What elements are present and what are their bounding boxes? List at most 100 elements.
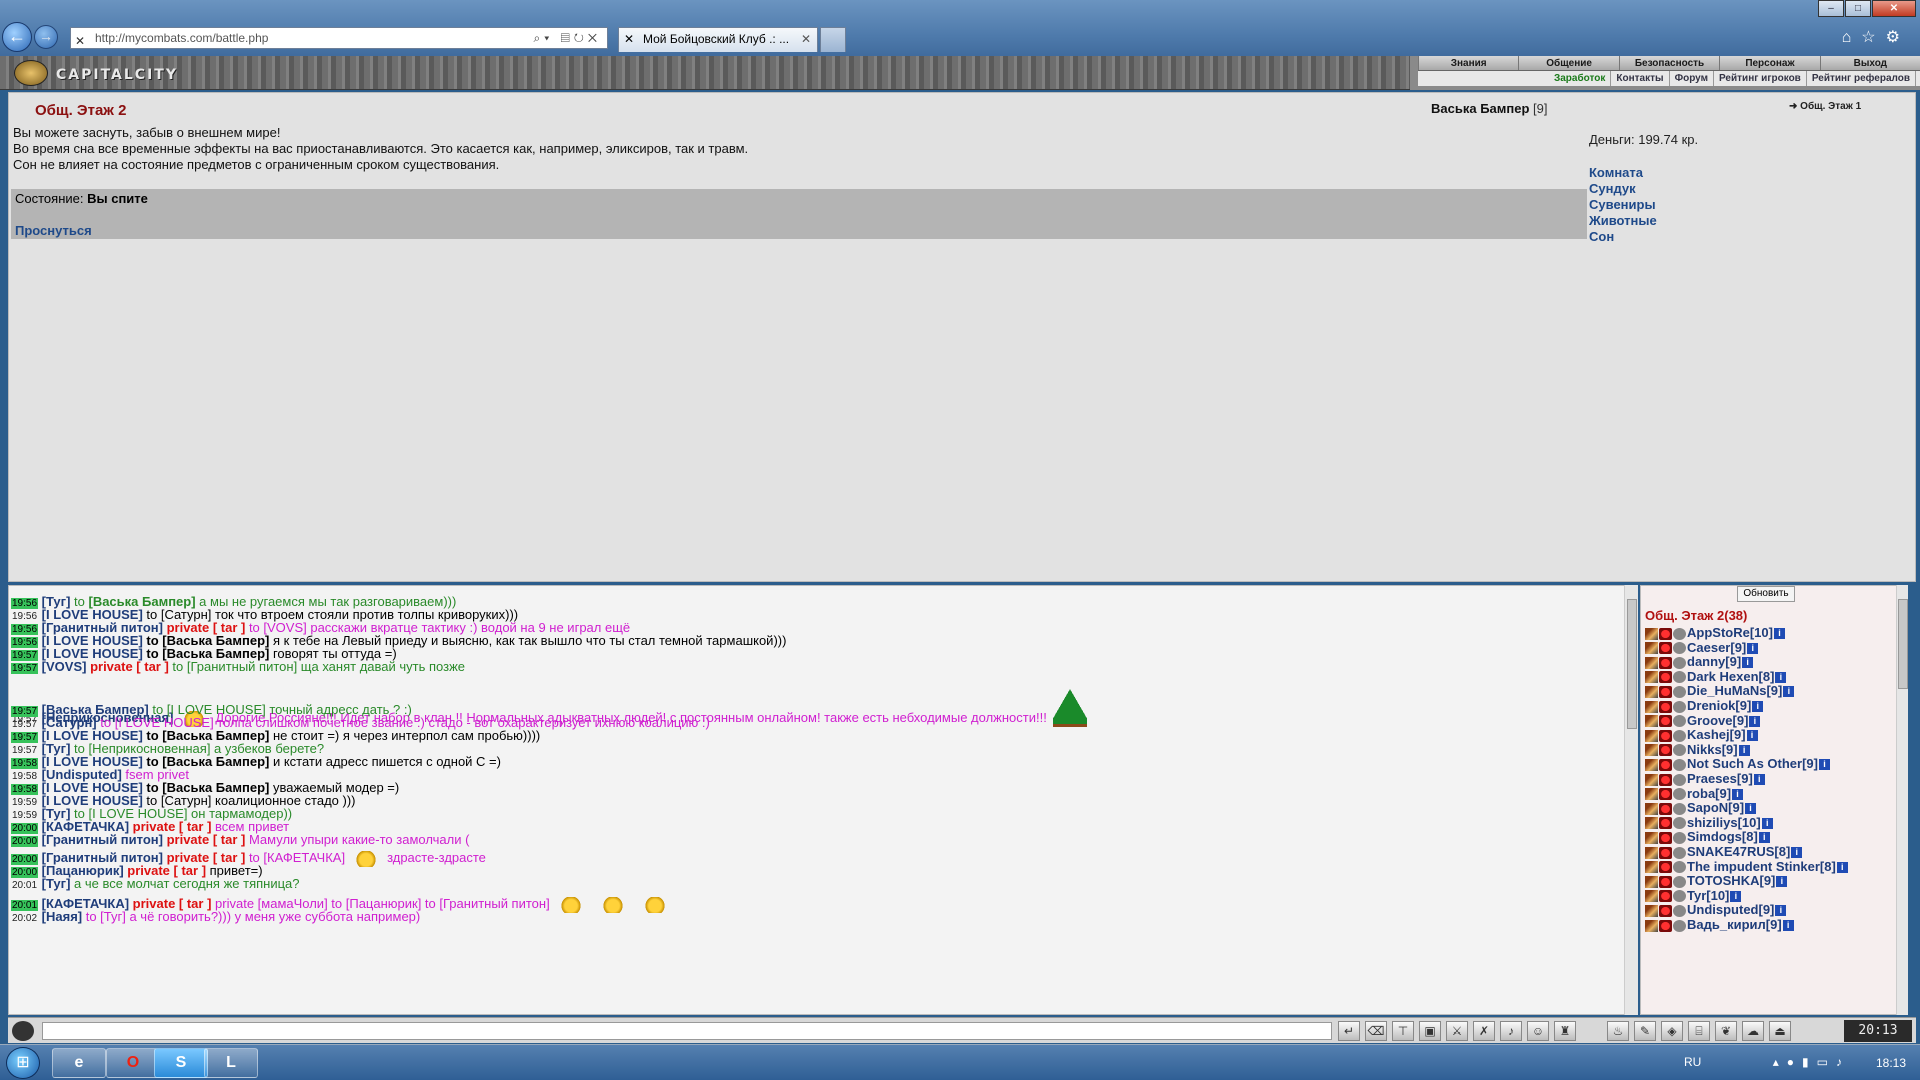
message-time[interactable]: 19:57 [11,663,39,674]
info-icon[interactable]: i [1791,847,1803,859]
minimize-button[interactable]: – [1818,0,1844,17]
new-tab-button[interactable] [820,27,846,52]
info-icon[interactable]: i [1738,744,1750,756]
chat-scroll-thumb[interactable] [1627,599,1637,729]
info-icon[interactable]: i [1761,817,1773,829]
close-window-button[interactable]: ✕ [1872,0,1916,17]
menu-item[interactable]: Общение [1518,56,1618,70]
info-icon[interactable]: i [1775,905,1787,917]
smiley-icon[interactable]: ☺ [1527,1021,1549,1041]
exit-floor-link[interactable]: ➜ Общ. Этаж 1 [1789,101,1861,112]
address-tools-icon[interactable]: ⌕▾ ▤↻✕ [534,28,602,48]
submenu-item[interactable]: Форум [1670,71,1715,86]
submenu-item[interactable]: Контакты [1611,71,1670,86]
refresh-button[interactable]: Обновить [1737,586,1795,602]
bag-icon[interactable]: ⌸ [1688,1021,1710,1041]
ie-taskbar-icon[interactable]: e [52,1048,106,1078]
info-icon[interactable]: i [1752,701,1764,713]
wings-icon[interactable]: ❦ [1715,1021,1737,1041]
info-icon[interactable]: i [1732,788,1744,800]
opera-taskbar-icon[interactable]: O [106,1048,160,1078]
filter-icon[interactable]: ⊤ [1392,1021,1414,1041]
info-icon[interactable]: i [1758,832,1770,844]
slash-icon[interactable]: ✗ [1473,1021,1495,1041]
clan-badge-icon[interactable] [1659,919,1672,932]
menu-item[interactable]: Выход [1819,56,1920,70]
message-time[interactable]: 20:02 [11,913,38,924]
smiley-icon [641,896,668,913]
info-icon[interactable]: i [1749,715,1761,727]
chat-mode-icon[interactable] [12,1021,34,1041]
browser-tab[interactable]: ✕ Мой Бойцовский Клуб .: ... ✕ [618,27,818,52]
exit-icon[interactable]: ⏏ [1769,1021,1791,1041]
chat-scrollbar[interactable] [1624,585,1638,1015]
skype-taskbar-icon[interactable]: S [154,1048,208,1078]
message-author[interactable]: [Гранитный питон] [42,832,163,847]
info-icon[interactable]: i [1836,861,1848,873]
tab-close-icon[interactable]: ✕ [801,28,811,51]
exit-floor-label: Общ. Этаж 1 [1800,101,1862,112]
game-taskbar-icon[interactable]: L [204,1048,258,1078]
system-tray-icons[interactable]: ▴●▮▭♪ [1773,1055,1850,1069]
message-author[interactable]: [VOVS] [42,659,87,674]
info-icon[interactable]: i [1818,759,1830,771]
info-icon[interactable]: i [1782,920,1794,932]
room-link[interactable]: Животные [1589,213,1657,229]
state-line: Состояние: Вы спите [15,191,148,206]
back-arrow-icon[interactable]: ← [2,22,32,52]
room-link[interactable]: Сундук [1589,181,1657,197]
cloud-icon[interactable]: ☁ [1742,1021,1764,1041]
online-scroll-thumb[interactable] [1898,599,1908,689]
clear-icon[interactable]: ⌫ [1365,1021,1387,1041]
message-author[interactable]: [Наяя] [42,909,82,924]
room-link[interactable]: Сон [1589,229,1657,245]
info-icon[interactable]: i [1730,890,1742,902]
scroll-icon[interactable]: ✎ [1634,1021,1656,1041]
room-link[interactable]: Комната [1589,165,1657,181]
browser-toolbar-icons[interactable]: ⌂☆⚙ [1842,27,1910,47]
message-text: private [ tar ] [86,659,173,674]
map-icon[interactable]: ◈ [1661,1021,1683,1041]
online-scrollbar[interactable] [1896,585,1908,1015]
helmet-icon[interactable]: ♜ [1554,1021,1576,1041]
taskbar: ⊞ e O S L RU ▴●▮▭♪ 18:13 [0,1044,1920,1080]
menu-item[interactable]: Знания [1418,56,1518,70]
info-icon[interactable]: i [1745,803,1757,815]
send-icon[interactable]: ↵ [1338,1021,1360,1041]
private-chat-icon[interactable] [1645,919,1658,932]
start-button-icon[interactable]: ⊞ [6,1047,40,1079]
language-indicator[interactable]: RU [1684,1055,1701,1069]
submenu-item[interactable]: Заработок [1549,71,1612,86]
message-author[interactable]: [Туг] [42,876,71,891]
online-user[interactable]: Вадь_кирил[9] i [1645,916,1794,934]
info-icon[interactable]: i [1783,686,1795,698]
chat-input[interactable] [42,1022,1332,1040]
align-icon[interactable] [1673,919,1686,932]
chat-log[interactable]: 19:56 [Туг] to [Васька Бампер] а мы не р… [8,585,1636,1015]
potion-icon[interactable]: ♨ [1607,1021,1629,1041]
info-icon[interactable]: i [1753,774,1765,786]
message-time[interactable]: 20:01 [11,880,38,891]
info-icon[interactable]: i [1747,642,1759,654]
fight-icon[interactable]: ⚔ [1446,1021,1468,1041]
forward-arrow-icon[interactable]: → [34,25,58,49]
message-time[interactable]: 20:00 [11,836,39,847]
sleep-line: Сон не влияет на состояние предметов с о… [13,157,500,172]
maximize-button[interactable]: □ [1845,0,1871,17]
info-icon[interactable]: i [1742,657,1754,669]
submenu-item[interactable]: Рейтинг игроков [1714,71,1807,86]
info-icon[interactable]: i [1773,628,1785,640]
sound-icon[interactable]: ♪ [1500,1021,1522,1041]
menu-item[interactable]: Персонаж [1719,56,1819,70]
online-user-name[interactable]: Вадь_кирил [1687,917,1766,932]
submenu-item[interactable]: Рейтинг рефералов [1807,71,1916,86]
address-bar[interactable]: ✕ http://mycombats.com/battle.php ⌕▾ ▤↻✕ [70,27,608,49]
info-icon[interactable]: i [1776,876,1788,888]
character-name[interactable]: Васька Бампер [9] [1431,101,1548,116]
info-icon[interactable]: i [1746,730,1758,742]
menu-item[interactable]: Безопасность [1618,56,1719,70]
info-icon[interactable]: i [1775,671,1787,683]
wake-up-link[interactable]: Проснуться [15,223,92,238]
room-link[interactable]: Сувениры [1589,197,1657,213]
save-icon[interactable]: ▣ [1419,1021,1441,1041]
